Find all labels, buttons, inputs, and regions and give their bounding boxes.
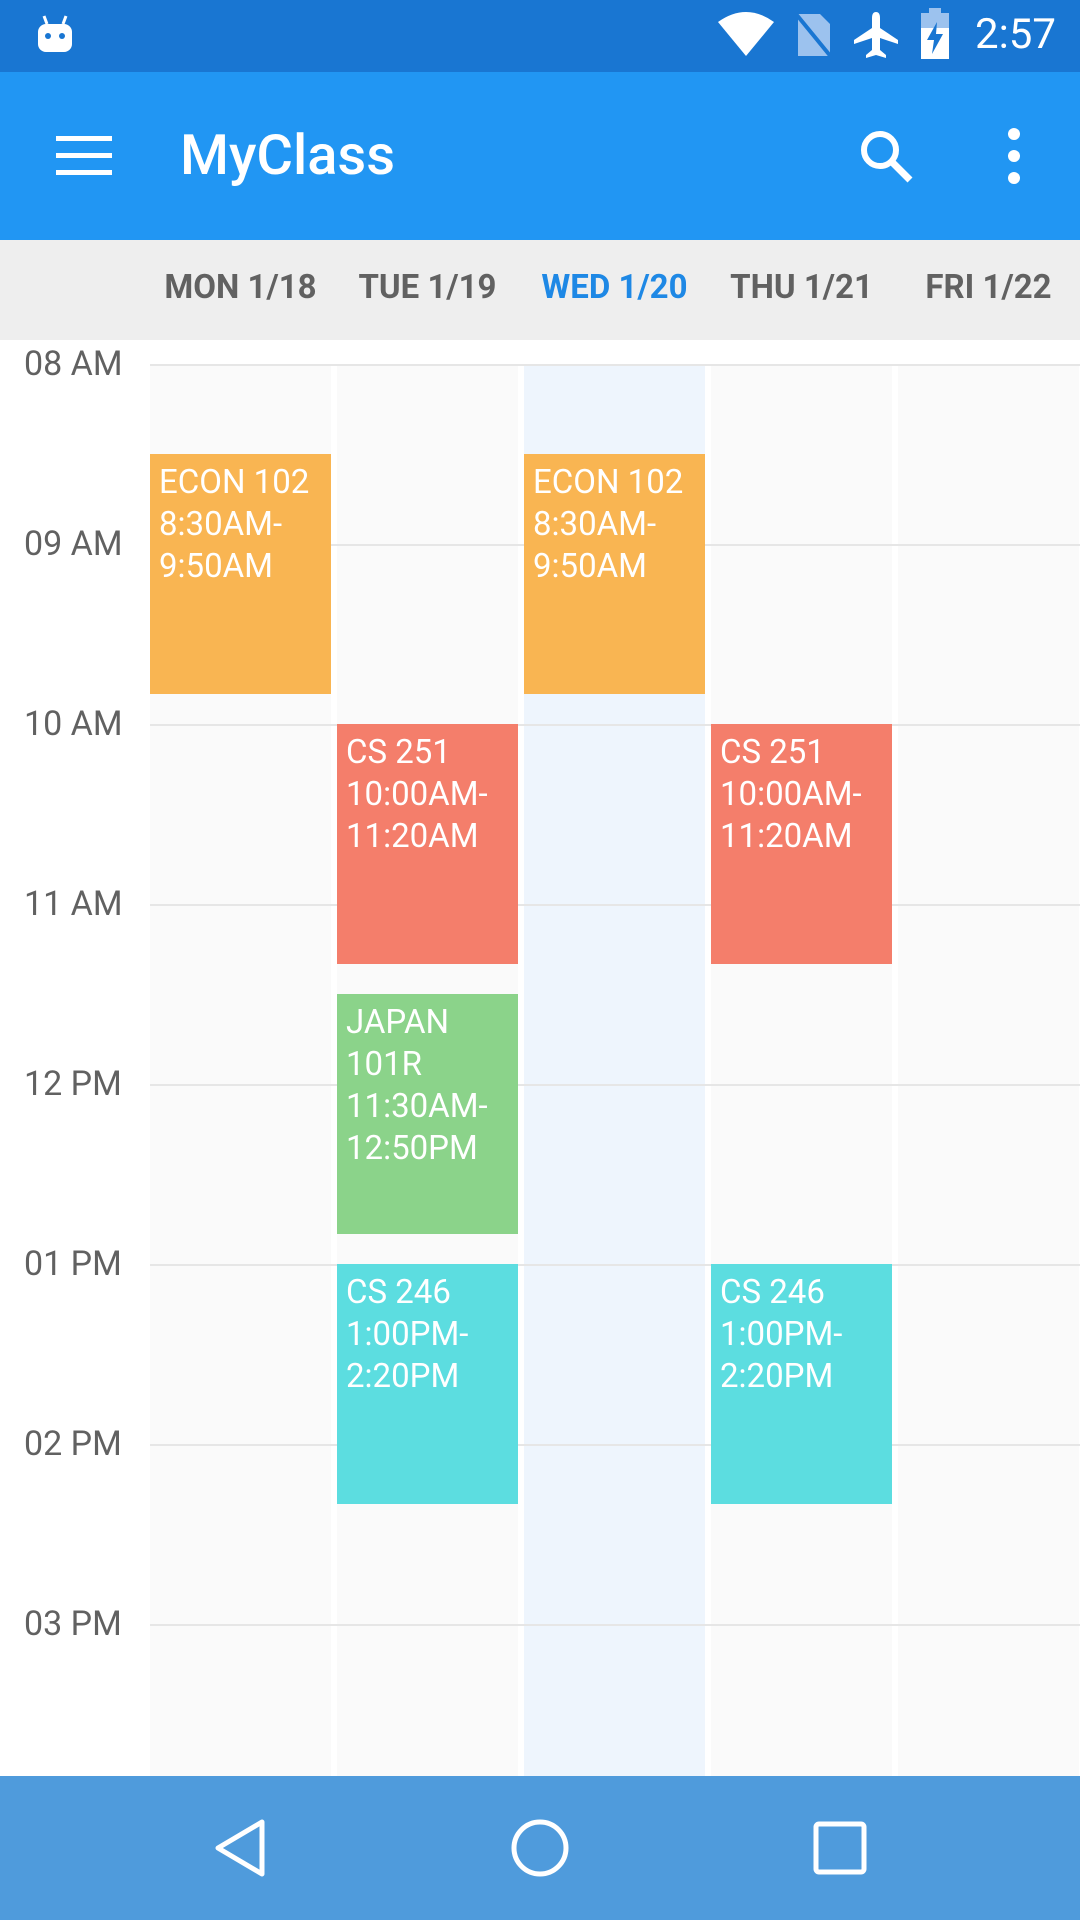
home-button[interactable] [480,1800,600,1896]
class-name: ECON 102 [533,463,684,502]
hour-label: 09 AM [24,524,123,564]
hour-label: 02 PM [24,1424,122,1464]
clock: 2:57 [975,10,1056,59]
class-time-start: 10:00AM- [346,775,488,814]
class-event[interactable]: CS 251 10:00AM- 11:20AM [711,724,892,964]
day-label-wed[interactable]: WED 1/20 [524,268,705,307]
day-label-fri[interactable]: FRI 1/22 [898,268,1079,307]
search-button[interactable] [838,108,934,204]
android-debug-icon [38,15,72,52]
class-time-start: 8:30AM- [533,505,657,544]
menu-button[interactable] [36,108,132,204]
class-time-end: 11:20AM [346,817,479,856]
class-event[interactable]: CS 246 1:00PM- 2:20PM [711,1264,892,1504]
class-name: JAPAN [346,1003,450,1042]
class-time-end: 11:20AM [720,817,853,856]
class-time-end: 12:50PM [346,1129,478,1168]
day-label-tue[interactable]: TUE 1/19 [337,268,518,307]
class-name-cont: 101R [346,1045,422,1084]
hour-gridline [150,724,1080,726]
search-icon [861,131,913,183]
class-time-start: 1:00PM- [346,1315,469,1354]
class-time-end: 2:20PM [720,1357,834,1396]
hour-gridline [150,364,1080,366]
hour-label: 08 AM [24,344,123,384]
app-bar: MyClass [0,72,1080,240]
class-time-end: 9:50AM [159,547,273,586]
back-triangle-icon [215,1819,265,1877]
class-name: CS 251 [346,733,451,772]
class-event[interactable]: ECON 102 8:30AM- 9:50AM [524,454,705,694]
class-time-start: 8:30AM- [159,505,283,544]
hour-gridline [150,1624,1080,1626]
hour-gridline [150,904,1080,906]
class-time-start: 11:30AM- [346,1087,488,1126]
class-name: CS 251 [720,733,825,772]
no-sim-icon [794,12,834,60]
hour-label: 11 AM [24,884,123,924]
class-event[interactable]: CS 251 10:00AM- 11:20AM [337,724,518,964]
status-bar: 2:57 [0,0,1080,72]
timetable-grid[interactable]: 08 AM 09 AM 10 AM 11 AM 12 PM 01 PM 02 P… [0,340,1080,1776]
overflow-menu-button[interactable] [966,108,1062,204]
class-event[interactable]: JAPAN 101R 11:30AM- 12:50PM [337,994,518,1234]
class-event[interactable]: CS 246 1:00PM- 2:20PM [337,1264,518,1504]
day-column-thu[interactable] [711,364,892,1776]
battery-charging-icon [921,8,949,59]
back-button[interactable] [180,1800,300,1896]
day-header: MON 1/18 TUE 1/19 WED 1/20 THU 1/21 FRI … [0,240,1080,340]
class-event[interactable]: ECON 102 8:30AM- 9:50AM [150,454,331,694]
class-name: ECON 102 [159,463,310,502]
home-circle-icon [511,1819,569,1877]
wifi-icon [718,12,774,56]
day-column-fri[interactable] [898,364,1079,1776]
class-name: CS 246 [720,1273,825,1312]
airplane-icon [854,12,898,58]
hour-label: 03 PM [24,1604,122,1644]
class-time-end: 9:50AM [533,547,647,586]
class-time-end: 2:20PM [346,1357,460,1396]
class-time-start: 10:00AM- [720,775,862,814]
class-time-start: 1:00PM- [720,1315,843,1354]
hamburger-menu-icon [56,136,112,175]
hour-gridline [150,1444,1080,1446]
recents-button[interactable] [780,1800,900,1896]
day-label-thu[interactable]: THU 1/21 [711,268,892,307]
hour-label: 12 PM [24,1064,122,1104]
class-name: CS 246 [346,1273,451,1312]
hour-gridline [150,1264,1080,1266]
day-label-mon[interactable]: MON 1/18 [150,268,331,307]
recents-square-icon [813,1821,867,1875]
hour-gridline [150,1084,1080,1086]
app-title: MyClass [180,122,396,188]
system-nav-bar [0,1776,1080,1920]
hour-label: 01 PM [24,1244,122,1284]
more-vert-icon [1008,128,1020,184]
hour-label: 10 AM [24,704,123,744]
